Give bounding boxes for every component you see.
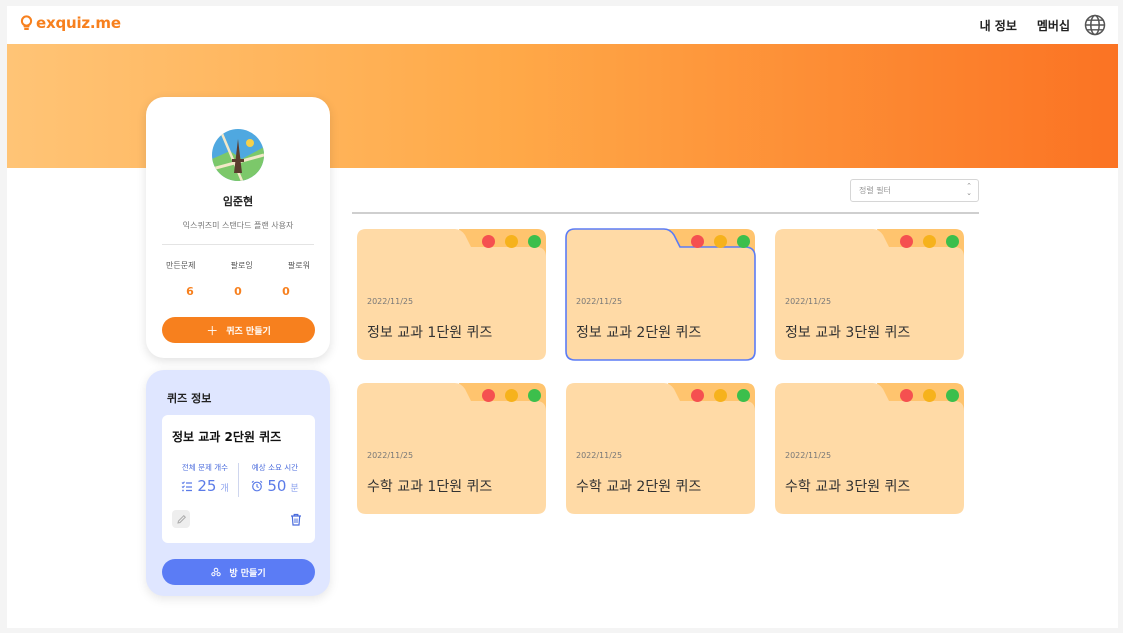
yellow-dot-icon <box>923 389 936 402</box>
yellow-dot-icon <box>923 235 936 248</box>
quiz-title: 수학 교과 3단원 퀴즈 <box>785 479 911 495</box>
stat-label-created: 만든문제 <box>166 261 196 270</box>
quiz-date: 2022/11/25 <box>785 297 832 306</box>
red-dot-icon <box>900 389 913 402</box>
quiz-folder[interactable]: 2022/11/25 정보 교과 3단원 퀴즈 <box>773 227 965 360</box>
green-dot-icon <box>528 235 541 248</box>
alarm-clock-icon <box>251 480 263 492</box>
quiz-folder[interactable]: 2022/11/25 정보 교과 1단원 퀴즈 <box>355 227 547 360</box>
quiz-folder[interactable]: 2022/11/25 수학 교과 2단원 퀴즈 <box>564 381 756 514</box>
quiz-title: 수학 교과 2단원 퀴즈 <box>576 479 702 495</box>
updown-arrow-icon: ⌃ ⌄ <box>966 182 972 197</box>
quiz-date: 2022/11/25 <box>367 451 414 460</box>
yellow-dot-icon <box>714 235 727 248</box>
logo[interactable]: exquiz.me <box>20 14 121 32</box>
quiz-title: 정보 교과 2단원 퀴즈 <box>576 325 702 341</box>
total-questions-label: 전체 문제 개수 <box>181 463 229 472</box>
total-questions-unit: 개 <box>220 484 229 494</box>
pencil-icon <box>176 514 186 524</box>
profile-card: 임준현 익스퀴즈미 스탠다드 플랜 사용자 만든문제 팔로잉 팔로워 6 0 0… <box>146 97 330 358</box>
sort-filter-placeholder: 정렬 필터 <box>859 186 891 195</box>
user-name: 임준현 <box>222 195 254 208</box>
quiz-folder[interactable]: 2022/11/25 수학 교과 3단원 퀴즈 <box>773 381 965 514</box>
avatar[interactable] <box>212 129 264 181</box>
quiz-detail-panel: 정보 교과 2단원 퀴즈 전체 문제 개수 25 개 예상 소요 시간 50 분 <box>162 415 315 543</box>
quiz-date: 2022/11/25 <box>785 451 832 460</box>
yellow-dot-icon <box>714 389 727 402</box>
quiz-date: 2022/11/25 <box>367 297 414 306</box>
green-dot-icon <box>737 389 750 402</box>
expected-time: 예상 소요 시간 50 분 <box>240 462 310 495</box>
stat-label-followers: 팔로워 <box>287 261 310 270</box>
delete-button[interactable] <box>287 510 305 528</box>
expected-time-value: 50 <box>267 477 287 495</box>
sort-filter-select[interactable]: 정렬 필터 ⌃ ⌄ <box>850 179 979 202</box>
plus-icon: ＋ <box>206 323 219 338</box>
make-room-button[interactable]: 방 만들기 <box>162 559 315 585</box>
top-header: exquiz.me 내 정보 멤버십 <box>7 6 1118 44</box>
window-dots <box>691 235 750 248</box>
create-quiz-button[interactable]: ＋ 퀴즈 만들기 <box>162 317 315 343</box>
window-dots <box>691 389 750 402</box>
total-questions-value: 25 <box>197 477 217 495</box>
green-dot-icon <box>528 389 541 402</box>
window-dots <box>482 235 541 248</box>
quiz-info-card: 퀴즈 정보 정보 교과 2단원 퀴즈 전체 문제 개수 25 개 예상 소요 시… <box>146 370 330 596</box>
divider <box>352 212 979 214</box>
user-plan: 익스퀴즈미 스탠다드 플랜 사용자 <box>182 221 294 230</box>
quiz-title: 수학 교과 1단원 퀴즈 <box>367 479 493 495</box>
expected-time-label: 예상 소요 시간 <box>251 463 299 472</box>
divider <box>238 463 239 497</box>
edit-button[interactable] <box>172 510 190 528</box>
quiz-info-title: 퀴즈 정보 <box>167 392 212 405</box>
logo-text: exquiz.me <box>36 14 121 32</box>
red-dot-icon <box>691 389 704 402</box>
window-dots <box>900 389 959 402</box>
quiz-title: 정보 교과 3단원 퀴즈 <box>785 325 911 341</box>
green-dot-icon <box>737 235 750 248</box>
stat-values: 6 0 0 <box>166 285 310 298</box>
quiz-folder-selected[interactable]: 2022/11/25 정보 교과 2단원 퀴즈 <box>564 227 756 361</box>
selected-quiz-name: 정보 교과 2단원 퀴즈 <box>172 430 282 444</box>
green-dot-icon <box>946 389 959 402</box>
stat-labels: 만든문제 팔로잉 팔로워 <box>166 260 310 271</box>
window-dots <box>900 235 959 248</box>
quiz-folder[interactable]: 2022/11/25 수학 교과 1단원 퀴즈 <box>355 381 547 514</box>
red-dot-icon <box>900 235 913 248</box>
red-dot-icon <box>482 235 495 248</box>
nav-membership[interactable]: 멤버십 <box>1037 17 1070 34</box>
globe-icon[interactable] <box>1084 14 1106 36</box>
stat-value-following[interactable]: 0 <box>218 285 258 298</box>
quiz-date: 2022/11/25 <box>576 451 623 460</box>
make-room-label: 방 만들기 <box>229 568 266 579</box>
group-icon <box>211 567 222 577</box>
window-dots <box>482 389 541 402</box>
yellow-dot-icon <box>505 235 518 248</box>
app-window: exquiz.me 내 정보 멤버십 임준현 익스퀴즈미 스탠다드 플랜 사용자… <box>7 6 1118 628</box>
yellow-dot-icon <box>505 389 518 402</box>
total-questions: 전체 문제 개수 25 개 <box>170 462 240 495</box>
list-icon <box>181 480 193 491</box>
divider <box>162 244 314 245</box>
quiz-date: 2022/11/25 <box>576 297 623 306</box>
top-nav: 내 정보 멤버십 <box>980 6 1118 44</box>
stat-label-following: 팔로잉 <box>230 261 253 270</box>
red-dot-icon <box>482 389 495 402</box>
green-dot-icon <box>946 235 959 248</box>
expected-time-unit: 분 <box>290 484 299 494</box>
create-quiz-label: 퀴즈 만들기 <box>226 326 271 337</box>
trash-icon <box>291 513 301 526</box>
nav-my-info[interactable]: 내 정보 <box>980 17 1017 34</box>
red-dot-icon <box>691 235 704 248</box>
lightbulb-icon <box>20 15 33 30</box>
stat-value-created: 6 <box>186 285 194 298</box>
quiz-title: 정보 교과 1단원 퀴즈 <box>367 325 493 341</box>
stat-value-followers[interactable]: 0 <box>266 285 306 298</box>
